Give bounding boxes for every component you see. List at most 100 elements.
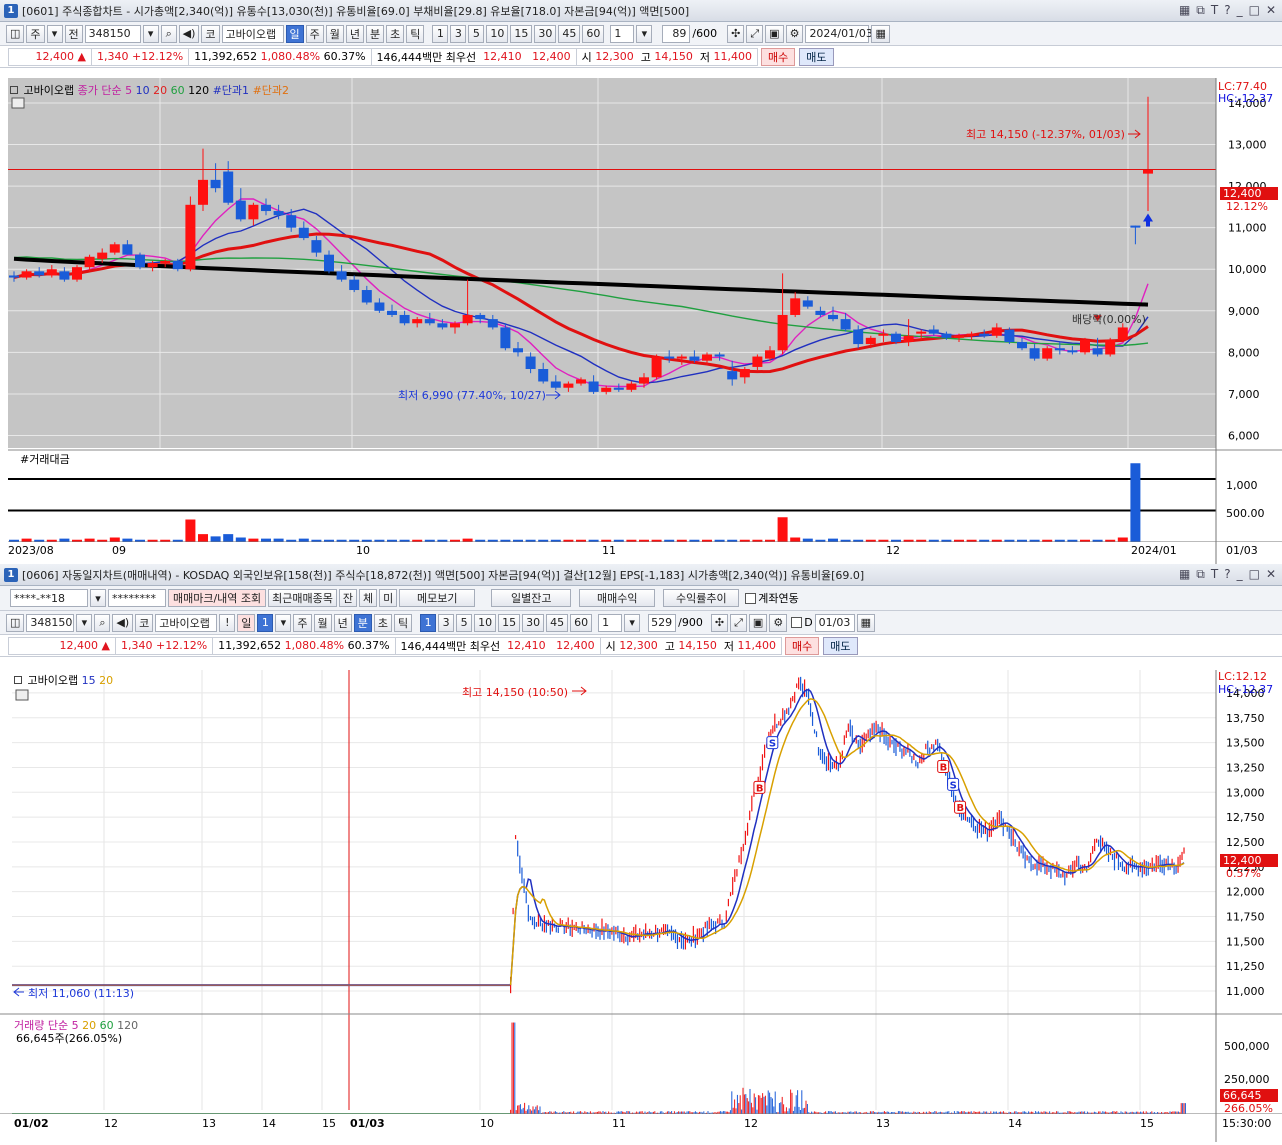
period-month[interactable]: 월 [325,24,344,43]
speaker-icon[interactable]: ◀) [112,613,134,632]
layout-icon[interactable]: ◫ [6,24,25,43]
count-input[interactable]: 89 [662,24,691,43]
unfilled-button[interactable]: 미 [379,589,398,607]
count-select[interactable]: 1 [610,24,635,43]
grid-icon[interactable]: ▦ [1179,3,1190,18]
chevron-down-icon[interactable]: ▾ [142,24,159,43]
gear-icon[interactable]: ⚙ [769,613,788,632]
code-input[interactable]: 348150 [26,613,75,632]
buy-button[interactable]: 매수 [761,47,796,66]
interval-45[interactable]: 45 [546,613,569,632]
close-icon[interactable]: ✕ [1266,567,1276,582]
sell-button[interactable]: 매도 [799,47,834,66]
sell-button[interactable]: 매도 [823,636,858,655]
stock-name[interactable]: 고바이오랩 [155,613,218,632]
speaker-icon[interactable]: ◀) [178,24,200,43]
help-icon[interactable]: ? [1224,567,1230,582]
filled-button[interactable]: 체 [359,589,378,607]
calendar-icon[interactable]: ▦ [856,613,876,632]
close-icon[interactable]: ✕ [1266,3,1276,18]
stock-name[interactable]: 고바이오랩 [221,24,284,43]
period-day[interactable]: 일 [237,613,256,632]
maximize-icon[interactable]: □ [1249,567,1260,582]
trade-mark-button[interactable]: 매매마크/내역 조회 [168,589,267,607]
layout-icon[interactable]: ◫ [6,613,25,632]
chevron-down-icon[interactable]: ▾ [275,613,292,632]
account-link-checkbox[interactable] [745,592,757,604]
calendar-icon[interactable]: ▦ [871,24,890,43]
grid-icon[interactable]: ▦ [1179,567,1190,582]
crosshair-icon[interactable]: ✣ [727,24,745,43]
day-count[interactable]: 1 [257,613,274,632]
interval-45[interactable]: 45 [558,24,581,43]
interval-60[interactable]: 60 [570,613,593,632]
period-week[interactable]: 주 [293,613,312,632]
period-minute[interactable]: 분 [366,24,385,43]
text-icon[interactable]: T [1211,3,1218,18]
chevron-down-icon[interactable]: ▾ [46,24,63,43]
interval-3[interactable]: 3 [450,24,467,43]
period-minute[interactable]: 분 [353,613,372,632]
minimize-icon[interactable]: _ [1237,3,1243,18]
interval-30[interactable]: 30 [534,24,557,43]
period-second[interactable]: 초 [386,24,405,43]
search-icon[interactable]: ⌕ [94,613,111,632]
chevron-down-icon[interactable]: ▾ [636,24,653,43]
date-checkbox[interactable] [791,617,803,628]
chevron-down-icon[interactable]: ▾ [624,613,641,632]
return-trend-button[interactable]: 수익률추이 [663,589,740,607]
count-input[interactable]: 529 [648,613,677,632]
code-input[interactable]: 348150 [84,24,141,43]
market-select[interactable]: 주 [26,24,45,43]
maximize-icon[interactable]: □ [1249,3,1260,18]
period-month[interactable]: 월 [313,613,332,632]
interval-30[interactable]: 30 [522,613,545,632]
memo-button[interactable]: 메모보기 [399,589,476,607]
minute-chart-svg[interactable]: 14,00013,75013,50013,25013,00012,75012,5… [0,670,1282,1142]
daily-balance-button[interactable]: 일별잔고 [491,589,572,607]
balance-button[interactable]: 잔 [338,589,358,607]
interval-15[interactable]: 15 [510,24,533,43]
minute-chart-area[interactable]: 14,000 13,750 13,500 13,250 13,000 12,750 12,5… [0,670,1282,1142]
draw-icon[interactable]: ⤢ [730,613,747,632]
password-input[interactable]: ******** [108,589,166,607]
draw-icon[interactable]: ⤢ [746,24,764,43]
count-select[interactable]: 1 [598,613,623,632]
period-year[interactable]: 년 [333,613,352,632]
date-input[interactable]: 01/03 [814,613,855,632]
help-icon[interactable]: ? [1224,3,1230,18]
period-tick[interactable]: 틱 [394,613,413,632]
interval-3[interactable]: 3 [438,613,455,632]
period-second[interactable]: 초 [373,613,393,632]
period-day[interactable]: 일 [285,24,304,43]
interval-5[interactable]: 5 [456,613,473,632]
minimize-icon[interactable]: _ [1237,567,1243,582]
gear-icon[interactable]: ⚙ [785,24,804,43]
alert-button[interactable]: ! [219,613,236,632]
save-icon[interactable]: ▣ [765,24,784,43]
search-icon[interactable]: ⌕ [160,24,177,43]
interval-5[interactable]: 5 [468,24,485,43]
period-year[interactable]: 년 [345,24,365,43]
prev-button[interactable]: 전 [64,24,83,43]
save-icon[interactable]: ▣ [748,613,768,632]
text-icon[interactable]: T [1211,567,1218,582]
interval-15[interactable]: 15 [498,613,521,632]
interval-10[interactable]: 10 [486,24,509,43]
buy-button[interactable]: 매수 [785,636,820,655]
account-input[interactable]: ****-**18 [10,589,88,607]
chevron-down-icon[interactable]: ▾ [76,613,93,632]
link-icon[interactable]: ⧉ [1196,567,1205,582]
recent-stocks-button[interactable]: 최근매매종목 [268,589,337,607]
interval-10[interactable]: 10 [474,613,497,632]
link-icon[interactable]: ⧉ [1196,3,1205,18]
period-tick[interactable]: 틱 [406,24,425,43]
interval-1[interactable]: 1 [432,24,449,43]
date-input[interactable]: 2024/01/03 [805,24,873,43]
period-week[interactable]: 주 [305,24,324,43]
daily-chart-area[interactable]: 14,00013,00012,00011,00010,0009,0008,000… [0,78,1282,564]
crosshair-icon[interactable]: ✣ [710,613,729,632]
interval-60[interactable]: 60 [582,24,605,43]
chevron-down-icon[interactable]: ▾ [90,589,106,607]
trade-profit-button[interactable]: 매매수익 [579,589,656,607]
